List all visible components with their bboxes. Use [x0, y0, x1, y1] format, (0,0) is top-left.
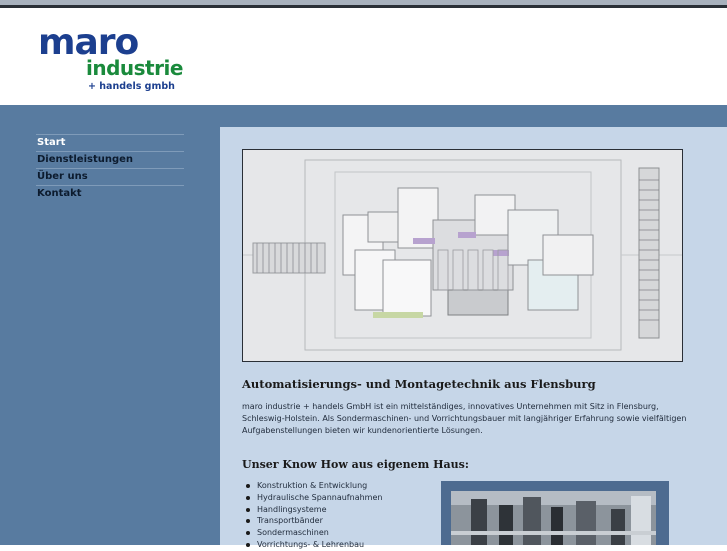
services-list: Konstruktion & Entwicklung Hydraulische …: [244, 480, 382, 551]
machine-rendering-image: [242, 149, 683, 362]
nav-item-start[interactable]: Start: [36, 134, 184, 151]
main-heading: Automatisierungs- und Montagetechnik aus…: [242, 377, 596, 391]
logo-handels-text: + handels gmbh: [88, 81, 175, 92]
sidebar: Start Dienstleistungen Über uns Kontakt: [0, 105, 220, 545]
photo-content: [451, 491, 656, 545]
top-bar: [0, 0, 727, 8]
list-item: Transportbänder: [244, 515, 382, 527]
nav-item-kontakt[interactable]: Kontakt: [36, 185, 184, 202]
machine-photo-illustration: [451, 491, 656, 545]
machine-illustration: [243, 150, 682, 361]
list-item: Handlingsysteme: [244, 504, 382, 516]
header: maro industrie + handels gmbh: [0, 11, 727, 105]
workshop-photo: [441, 481, 669, 545]
know-how-heading: Unser Know How aus eigenem Haus:: [242, 458, 469, 471]
intro-paragraph: maro industrie + handels GmbH ist ein mi…: [242, 402, 687, 435]
main-navigation: Start Dienstleistungen Über uns Kontakt: [36, 134, 184, 202]
nav-item-dienstleistungen[interactable]: Dienstleistungen: [36, 151, 184, 168]
list-item: Hydraulische Spannaufnahmen: [244, 492, 382, 504]
list-item: Konstruktion & Entwicklung: [244, 480, 382, 492]
nav-item-ueber-uns[interactable]: Über uns: [36, 168, 184, 185]
logo-industrie-text: industrie: [86, 56, 183, 80]
list-item: Sondermaschinen: [244, 527, 382, 539]
company-logo[interactable]: maro industrie + handels gmbh: [38, 25, 188, 95]
